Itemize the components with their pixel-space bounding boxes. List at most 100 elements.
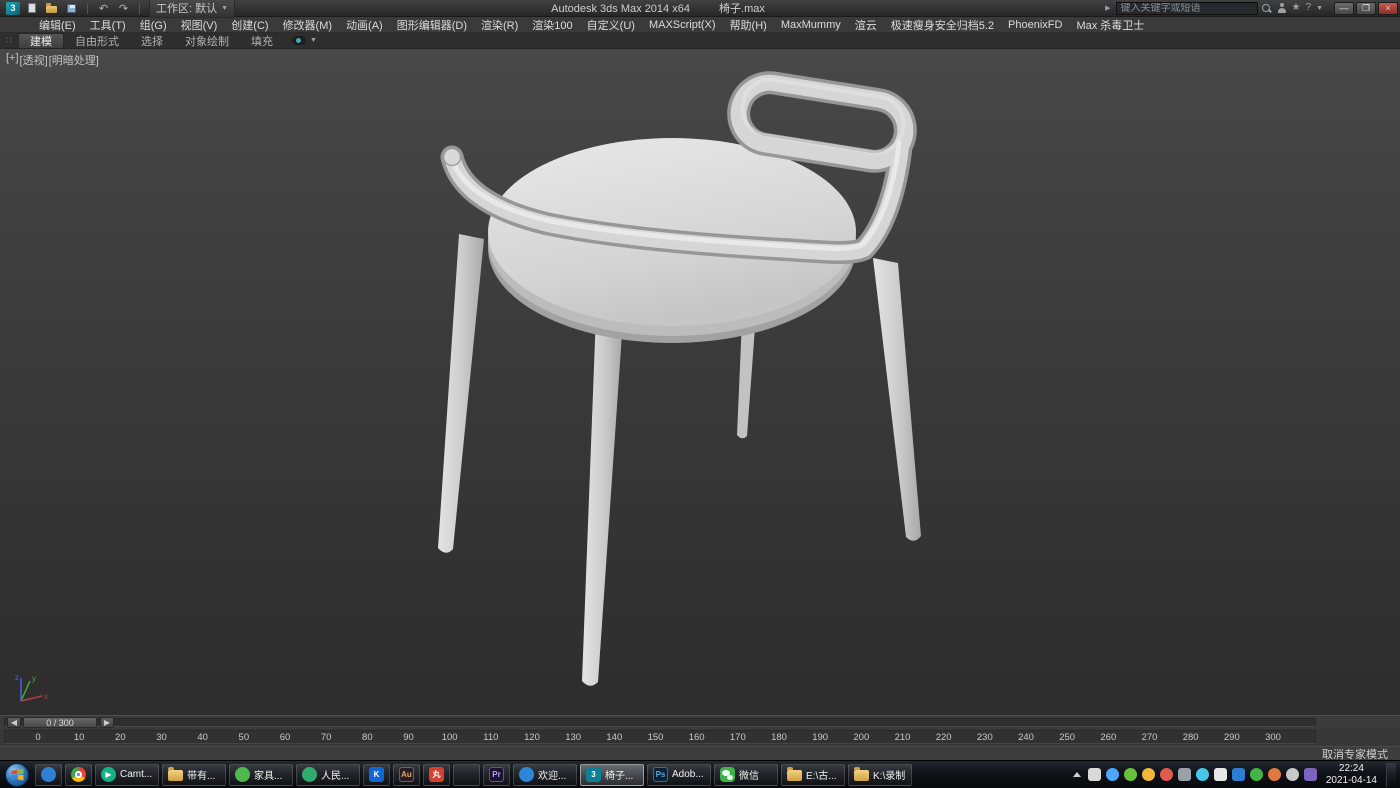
windows-start-icon bbox=[11, 768, 24, 781]
save-file-icon[interactable] bbox=[64, 2, 79, 15]
show-desktop-button[interactable] bbox=[1386, 763, 1396, 787]
3dsmax-icon: 3 bbox=[586, 767, 601, 782]
undo-icon[interactable]: ↶ bbox=[96, 2, 111, 15]
taskbar-item-folder-1[interactable]: 带有... bbox=[162, 764, 226, 786]
taskbar-item-3dsmax[interactable]: 3椅子... bbox=[580, 764, 644, 786]
search-icon[interactable] bbox=[1261, 3, 1272, 14]
ribbon-options-icon[interactable] bbox=[292, 36, 306, 45]
taskbar-item-label: 微信 bbox=[739, 767, 759, 782]
menu-item[interactable]: 渲染(R) bbox=[474, 17, 525, 33]
track-bar-tick: 0 bbox=[35, 732, 40, 743]
taskbar-item-premiere[interactable]: Pr bbox=[483, 764, 510, 786]
track-bar-tick: 220 bbox=[936, 732, 952, 743]
workspace-selector[interactable]: 工作区: 默认 ▼ bbox=[149, 0, 235, 18]
taskbar-item-k[interactable]: K bbox=[363, 764, 390, 786]
ribbon-tab-对象绘制[interactable]: 对象绘制 bbox=[174, 33, 240, 48]
menu-item[interactable]: MaxMummy bbox=[774, 19, 848, 31]
tray-icon[interactable] bbox=[1214, 768, 1227, 781]
ribbon-minimize-icon[interactable]: ▼ bbox=[310, 37, 317, 44]
viewport-label-segment[interactable]: [透视] bbox=[20, 52, 48, 68]
taskbar-item-audition[interactable]: Au bbox=[393, 764, 420, 786]
maximize-button[interactable]: ❐ bbox=[1356, 2, 1376, 15]
taskbar-item-browser[interactable] bbox=[65, 764, 92, 786]
taskbar-item-camtasia[interactable]: ▶Camt... bbox=[95, 764, 159, 786]
app-logo-icon[interactable]: 3 bbox=[6, 2, 20, 15]
menu-item[interactable]: 图形编辑器(D) bbox=[390, 17, 474, 33]
viewport-label-segment[interactable]: [明暗处理] bbox=[49, 52, 99, 68]
track-bar-tick: 290 bbox=[1224, 732, 1240, 743]
ribbon-tab-自由形式[interactable]: 自由形式 bbox=[64, 33, 130, 48]
tray-icon[interactable] bbox=[1160, 768, 1173, 781]
tray-icon[interactable] bbox=[1106, 768, 1119, 781]
track-bar-tick: 90 bbox=[403, 732, 414, 743]
taskbar-items: ▶Camt...带有...家具...人民...KAu丸 Pr欢迎...3椅子...… bbox=[2, 763, 912, 787]
menu-item[interactable]: 创建(C) bbox=[224, 17, 275, 33]
time-slider-handle[interactable]: 0 / 300 bbox=[23, 717, 97, 728]
next-frame-button[interactable]: ▶ bbox=[100, 717, 114, 728]
track-bar[interactable]: 0102030405060708090100110120130140150160… bbox=[0, 729, 1400, 746]
signin-icon[interactable] bbox=[1277, 3, 1287, 14]
menu-item[interactable]: 帮助(H) bbox=[723, 17, 774, 33]
start-button[interactable] bbox=[5, 763, 29, 787]
tray-icon[interactable] bbox=[1268, 768, 1281, 781]
tray-icon[interactable] bbox=[1088, 768, 1101, 781]
axis-z-label: z bbox=[15, 673, 19, 682]
tray-icon[interactable] bbox=[1286, 768, 1299, 781]
menu-item[interactable]: 自定义(U) bbox=[580, 17, 642, 33]
folder-icon bbox=[854, 770, 869, 781]
chair-model[interactable] bbox=[0, 49, 1400, 715]
menu-item[interactable]: 修改器(M) bbox=[276, 17, 340, 33]
tray-icon[interactable] bbox=[1250, 768, 1263, 781]
tray-icon[interactable] bbox=[1196, 768, 1209, 781]
menu-item[interactable]: MAXScript(X) bbox=[642, 19, 723, 31]
taskbar-item-welcome[interactable]: 欢迎... bbox=[513, 764, 577, 786]
taskbar-clock[interactable]: 22:24 2021-04-14 bbox=[1326, 763, 1377, 787]
taskbar-item-app1[interactable] bbox=[35, 764, 62, 786]
track-bar-tick: 190 bbox=[812, 732, 828, 743]
previous-frame-button[interactable]: ◀ bbox=[7, 717, 21, 728]
track-bar-tick: 160 bbox=[689, 732, 705, 743]
taskbar-item-photoshop[interactable]: PsAdob... bbox=[647, 764, 711, 786]
menu-item[interactable]: 渲云 bbox=[848, 17, 884, 33]
taskbar-item-folder-k[interactable]: K:\录制 bbox=[848, 764, 912, 786]
taskbar-item-wechat[interactable]: 微信 bbox=[714, 764, 778, 786]
track-bar-tick: 130 bbox=[565, 732, 581, 743]
viewport-label-segment[interactable]: [+] bbox=[6, 52, 19, 68]
taskbar-item-tiles[interactable] bbox=[453, 764, 480, 786]
menu-item[interactable]: 视图(V) bbox=[174, 17, 225, 33]
taskbar-item-renmin[interactable]: 人民... bbox=[296, 764, 360, 786]
perspective-viewport[interactable]: [+][透视][明暗处理] bbox=[0, 49, 1400, 715]
tray-icon[interactable] bbox=[1142, 768, 1155, 781]
menu-item[interactable]: 动画(A) bbox=[339, 17, 390, 33]
taskbar-item-wan[interactable]: 丸 bbox=[423, 764, 450, 786]
open-file-icon[interactable] bbox=[44, 2, 59, 15]
ribbon-tab-选择[interactable]: 选择 bbox=[130, 33, 174, 48]
time-slider-track[interactable] bbox=[4, 718, 1316, 727]
menu-item[interactable]: 极速瘦身安全归档5.2 bbox=[884, 17, 1001, 33]
help-icon[interactable]: ? bbox=[1306, 3, 1312, 13]
menu-item[interactable]: 编辑(E) bbox=[32, 17, 83, 33]
taskbar-item-jiaju[interactable]: 家具... bbox=[229, 764, 293, 786]
time-slider-row: ◀ 0 / 300 ▶ bbox=[0, 715, 1400, 729]
taskbar-item-folder-e[interactable]: E:\古... bbox=[781, 764, 845, 786]
search-flyout-icon[interactable]: ▶ bbox=[1105, 4, 1110, 12]
ribbon-grip-icon[interactable]: ∷ bbox=[0, 33, 18, 48]
redo-icon[interactable]: ↷ bbox=[116, 2, 131, 15]
tray-icon[interactable] bbox=[1232, 768, 1245, 781]
minimize-button[interactable]: — bbox=[1334, 2, 1354, 15]
tray-icon[interactable] bbox=[1178, 768, 1191, 781]
ribbon-tab-建模[interactable]: 建模 bbox=[18, 33, 64, 48]
ribbon-tab-填充[interactable]: 填充 bbox=[240, 33, 284, 48]
tray-icon[interactable] bbox=[1124, 768, 1137, 781]
close-button[interactable]: × bbox=[1378, 2, 1398, 15]
tray-expand-icon[interactable] bbox=[1073, 772, 1081, 777]
menu-item[interactable]: 组(G) bbox=[133, 17, 174, 33]
menu-item[interactable]: Max 杀毒卫士 bbox=[1069, 17, 1151, 33]
search-input[interactable] bbox=[1116, 2, 1258, 15]
menu-item[interactable]: PhoenixFD bbox=[1001, 19, 1069, 31]
tray-icon[interactable] bbox=[1304, 768, 1317, 781]
favorites-star-icon[interactable]: ★ bbox=[1292, 3, 1301, 13]
menu-item[interactable]: 渲染100 bbox=[525, 17, 579, 33]
menu-item[interactable]: 工具(T) bbox=[83, 17, 133, 33]
new-file-icon[interactable] bbox=[24, 2, 39, 15]
